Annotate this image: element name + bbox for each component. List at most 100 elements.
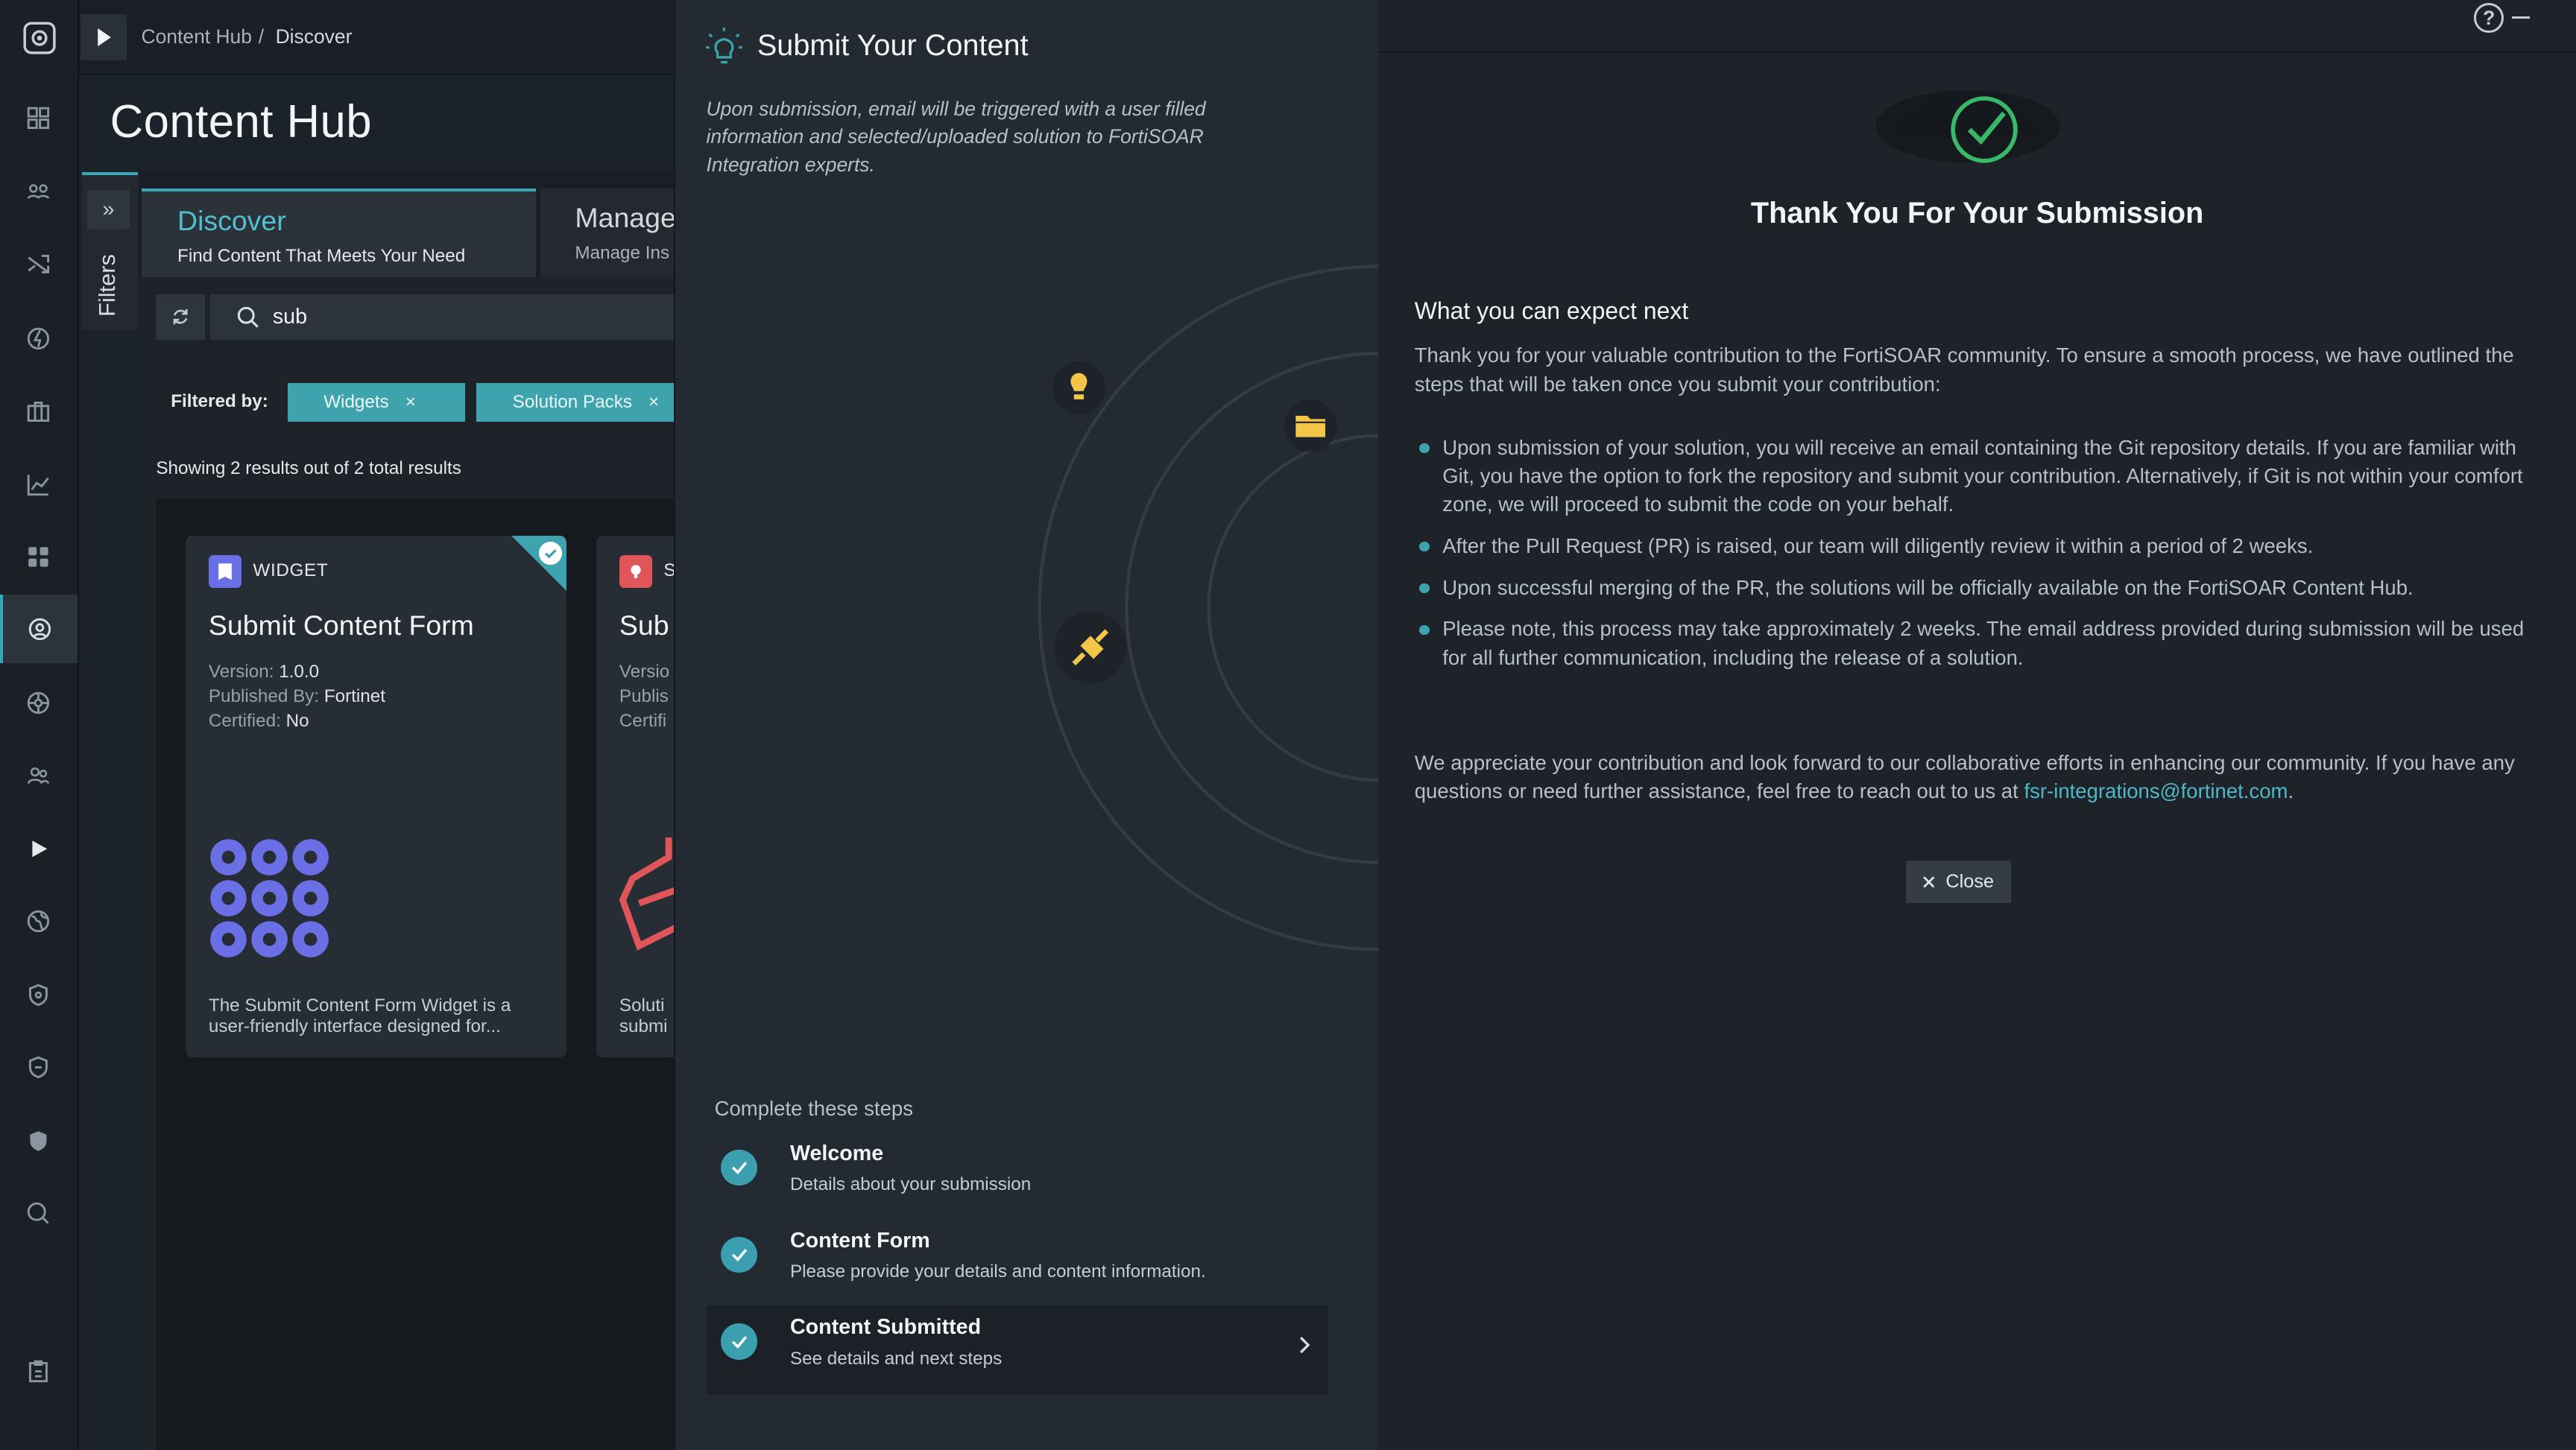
selected-corner [511, 535, 567, 591]
globe-icon[interactable] [0, 887, 78, 956]
card-title[interactable]: Sub [619, 610, 669, 642]
card-publisher: Published By: Fortinet [208, 686, 385, 707]
step-content-submitted[interactable]: Content Submitted See details and next s… [706, 1305, 1328, 1395]
tab-manage-title: Manage [575, 202, 674, 234]
step-subtitle: See details and next steps [789, 1348, 1003, 1369]
results-count: Showing 2 results out of 2 total results [156, 458, 461, 478]
close-icon[interactable]: × [405, 392, 416, 413]
success-check-icon [1876, 90, 2060, 163]
clipboard-icon[interactable] [0, 1337, 78, 1406]
content-card[interactable]: WIDGET Submit Content Form Version: 1.0.… [186, 535, 567, 1058]
refresh-icon [174, 309, 188, 325]
wizard-note: Upon submission, email will be triggered… [706, 97, 1206, 176]
filter-chip-widgets[interactable]: Widgets × [287, 382, 465, 422]
check-icon [721, 1236, 757, 1273]
dashboard-icon[interactable] [0, 83, 78, 153]
card-publisher: Publis [619, 686, 669, 707]
tab-discover[interactable]: Discover Find Content That Meets Your Ne… [141, 189, 536, 278]
next-steps-list: Upon submission of your solution, you wi… [1415, 434, 2532, 685]
chart-icon[interactable] [0, 450, 78, 519]
double-chevron-right-icon[interactable]: » [86, 190, 130, 230]
filter-chip-label: Widgets [323, 391, 389, 412]
people-icon[interactable] [0, 741, 78, 810]
nav-rail [0, 0, 79, 1450]
play-arrow-icon [98, 28, 111, 46]
tab-manage[interactable]: Manage Manage Ins [540, 189, 674, 278]
breadcrumb-separator: / [258, 25, 265, 48]
card-version: Versio [619, 662, 670, 683]
submit-form-widget-logo [210, 839, 329, 957]
content-hub-icon[interactable] [0, 594, 78, 664]
content-card[interactable]: S Sub Versio Publis Certifi Solutisubmi [596, 535, 674, 1058]
help-icon[interactable]: ? [2474, 3, 2504, 34]
tab-manage-subtitle: Manage Ins [575, 243, 670, 264]
lightning-icon[interactable] [0, 304, 78, 373]
step-content-form[interactable]: Content Form Please provide your details… [707, 1218, 1328, 1307]
breadcrumb-discover: Discover [275, 25, 353, 48]
intro-text: Thank you for your valuable contribution… [1414, 343, 2514, 396]
step-subtitle: Please provide your details and content … [789, 1261, 1206, 1282]
refresh-button[interactable] [156, 294, 206, 341]
breadcrumb-content-hub[interactable]: Content Hub [142, 25, 252, 48]
filter-chip-solution-packs[interactable]: Solution Packs × [476, 382, 674, 422]
step-title: Content Submitted [789, 1315, 982, 1340]
solution-pack-box-icon [619, 838, 674, 951]
card-type: S [663, 560, 673, 581]
orbit-illustration [1038, 264, 1382, 952]
email-link[interactable]: fsr-integrations@fortinet.com [2024, 779, 2288, 802]
shield-icon[interactable] [0, 960, 78, 1030]
content-hub-app: Content Hub / Discover Content Hub » Fil… [0, 0, 674, 1450]
card-description: Soluti submi [619, 995, 668, 1037]
users-group-icon[interactable] [0, 158, 78, 227]
tab-discover-title: Discover [177, 205, 286, 237]
shield-star-icon[interactable] [0, 1107, 78, 1177]
filters-panel-toggle[interactable]: » Filters [82, 172, 139, 330]
card-description: The Submit Content Form Widget is a user… [208, 995, 511, 1037]
step-subtitle: Details about your submission [789, 1174, 1032, 1194]
close-label: Close [1945, 871, 1995, 893]
filter-chip-label: Solution Packs [512, 391, 632, 412]
card-version: Version: 1.0.0 [208, 662, 320, 683]
wizard-title: Submit Your Content [757, 29, 1029, 63]
step-title: Welcome [789, 1141, 884, 1165]
search-box[interactable] [210, 294, 674, 341]
tab-bar: Discover Find Content That Meets Your Ne… [139, 172, 674, 278]
search-row [156, 292, 674, 341]
close-icon[interactable]: × [648, 392, 659, 413]
search-input[interactable] [272, 304, 602, 329]
page-title: Content Hub [110, 95, 372, 148]
lightbulb-icon [706, 28, 743, 64]
closing-text: We appreciate your contribution and look… [1414, 751, 2515, 803]
list-item: Please note, this process may take appro… [1415, 615, 2532, 671]
list-item: After the Pull Request (PR) is raised, o… [1415, 532, 2532, 560]
close-button[interactable]: Close [1905, 860, 2011, 904]
plug-icon [1054, 610, 1127, 683]
step-title: Content Form [789, 1228, 930, 1253]
play-icon[interactable] [0, 814, 78, 884]
thank-you-heading: Thank You For Your Submission [1750, 197, 2204, 230]
card-title[interactable]: Submit Content Form [209, 610, 474, 642]
network-icon[interactable] [0, 668, 78, 738]
check-icon [538, 542, 562, 566]
chevron-right-icon [1299, 1335, 1310, 1360]
search-dollar-icon[interactable] [0, 1180, 78, 1249]
results-grid: WIDGET Submit Content Form Version: 1.0.… [156, 499, 674, 1450]
list-item: Upon submission of your solution, you wi… [1415, 434, 2532, 519]
expand-sidebar-button[interactable] [80, 13, 127, 60]
app-logo-icon[interactable] [0, 0, 79, 75]
result-topbar: ? [1378, 0, 2576, 53]
solution-pack-icon [619, 554, 652, 589]
card-certified: Certifi [619, 711, 667, 732]
submit-content-wizard: Submit Your Content Upon submission, ema… [673, 0, 1382, 1450]
wizard-header: Submit Your Content [704, 26, 1029, 66]
shuffle-icon[interactable] [0, 230, 78, 300]
filters-label: Filters [93, 254, 120, 317]
apps-icon[interactable] [0, 522, 78, 592]
card-type: WIDGET [253, 560, 329, 580]
shield-outline-icon[interactable] [0, 1033, 78, 1102]
folder-icon [1284, 399, 1337, 452]
minimize-icon[interactable] [2512, 16, 2531, 19]
step-welcome[interactable]: Welcome Details about your submission [707, 1132, 1328, 1221]
expect-next-title: What you can expect next [1414, 297, 1689, 324]
briefcase-icon[interactable] [0, 376, 78, 446]
